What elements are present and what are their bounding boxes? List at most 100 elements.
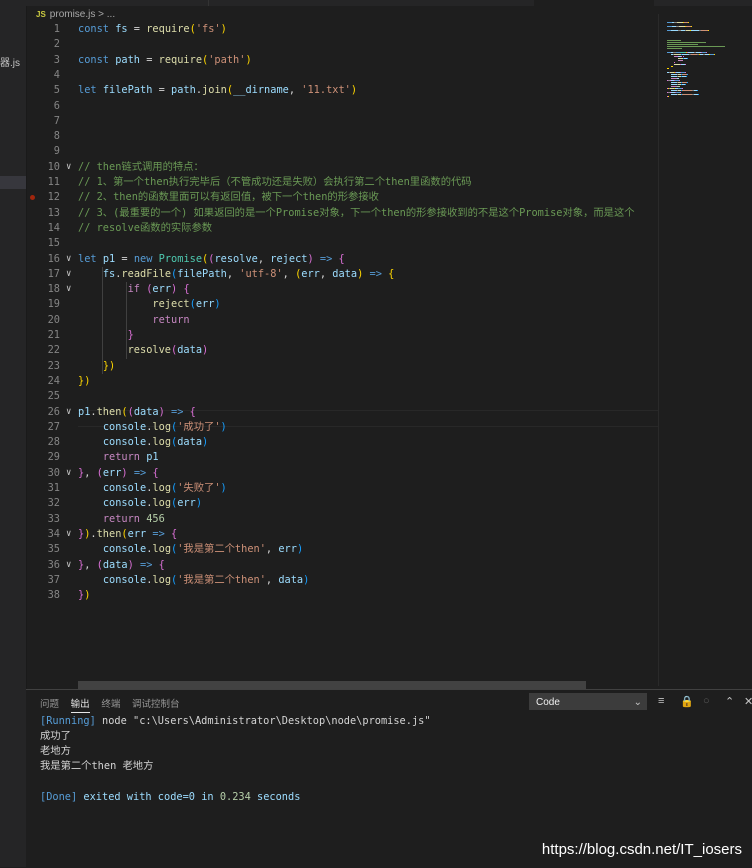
- code-line[interactable]: 25: [26, 389, 658, 404]
- code-line[interactable]: 34 ∨}).then(err => {: [26, 527, 658, 542]
- minimap-stroke: [682, 88, 683, 89]
- done-tag: [Done]: [40, 791, 78, 803]
- tab-inactive[interactable]: [108, 0, 209, 6]
- fold-chevron-icon[interactable]: ∨: [66, 282, 71, 297]
- fold-chevron-icon[interactable]: ∨: [66, 405, 71, 420]
- output-channel-select[interactable]: Code ⌄: [529, 693, 647, 710]
- code-line[interactable]: 11 // 1、第一个then执行完毕后（不管成功还是失败）会执行第二个then里…: [26, 175, 658, 190]
- code-line[interactable]: 15: [26, 236, 658, 251]
- minimap-stroke: [698, 94, 699, 95]
- code-line[interactable]: 9: [26, 144, 658, 159]
- line-number: 33: [47, 512, 60, 525]
- explorer-selection: [0, 176, 26, 189]
- code-line[interactable]: 27 console.log('成功了'): [26, 420, 658, 435]
- line-number: 4: [53, 68, 60, 81]
- close-icon[interactable]: ✕: [744, 695, 752, 708]
- clear-output-icon[interactable]: ≡: [658, 695, 664, 707]
- done-text: seconds: [250, 791, 301, 803]
- code-line[interactable]: 3 const path = require('path'): [26, 53, 658, 68]
- code-editor[interactable]: 1 const fs = require('fs') 2 3 const path = …: [26, 22, 658, 682]
- line-number: 36: [47, 558, 60, 571]
- code-text: console.log(data): [102, 436, 209, 449]
- minimap-stroke: [668, 96, 669, 97]
- tab-problems[interactable]: 问题: [40, 699, 59, 712]
- line-number: 19: [47, 298, 60, 311]
- line-number: 17: [47, 267, 60, 280]
- code-text: return p1: [102, 451, 159, 464]
- fold-chevron-icon[interactable]: ∨: [66, 466, 71, 481]
- code-text: return: [152, 313, 190, 326]
- minimap[interactable]: [658, 14, 752, 686]
- line-number: 26: [47, 405, 60, 418]
- code-line[interactable]: 7: [26, 114, 658, 129]
- breadcrumb-symbol[interactable]: ...: [107, 9, 115, 20]
- minimap-stroke: [683, 56, 684, 57]
- minimap-stroke: [706, 52, 707, 53]
- tab-active[interactable]: [534, 0, 654, 6]
- minimap-stroke: [680, 92, 681, 93]
- watermark: https://blog.csdn.net/IT_iosers: [541, 841, 742, 858]
- code-line[interactable]: 18 ∨ if (err) {: [26, 282, 658, 297]
- lock-icon[interactable]: 🔒: [680, 695, 694, 708]
- breadcrumb-file[interactable]: promise.js: [50, 9, 96, 20]
- fold-chevron-icon[interactable]: ∨: [66, 252, 71, 267]
- code-text: }).then(err => {: [78, 527, 178, 540]
- fold-chevron-icon[interactable]: ∨: [66, 527, 71, 542]
- tab-debug-console[interactable]: 调试控制台: [132, 699, 180, 712]
- code-line[interactable]: 4: [26, 68, 658, 83]
- code-line[interactable]: 14 // resolve函数的实际参数: [26, 221, 658, 236]
- code-line[interactable]: 31 console.log('失败了'): [26, 481, 658, 496]
- code-line[interactable]: 23 }): [26, 359, 658, 374]
- minimap-stroke: [714, 54, 715, 55]
- code-line[interactable]: 35 console.log('我是第二个then', err): [26, 542, 658, 557]
- line-number: 2: [53, 38, 60, 51]
- fold-chevron-icon[interactable]: ∨: [66, 267, 71, 282]
- code-text: resolve(data): [127, 344, 209, 357]
- tab-terminal[interactable]: 终端: [101, 699, 120, 712]
- output-channel-value: Code: [536, 697, 560, 708]
- explorer-file-fragment[interactable]: 器.js: [0, 54, 20, 69]
- fold-chevron-icon[interactable]: ∨: [66, 160, 71, 175]
- code-line[interactable]: 6: [26, 99, 658, 114]
- code-line[interactable]: 37 console.log('我是第二个then', data): [26, 573, 658, 588]
- code-line[interactable]: 32 console.log(err): [26, 496, 658, 511]
- stop-icon[interactable]: ○: [703, 695, 710, 707]
- code-line[interactable]: 30 ∨}, (err) => {: [26, 466, 658, 481]
- code-text: console.log('成功了'): [102, 420, 227, 433]
- code-line[interactable]: 1 const fs = require('fs'): [26, 22, 658, 37]
- code-line[interactable]: 36 ∨}, (data) => {: [26, 558, 658, 573]
- code-line[interactable]: 8: [26, 129, 658, 144]
- line-number: 28: [47, 436, 60, 449]
- code-line[interactable]: 10 ∨ // then链式调用的特点：: [26, 160, 658, 175]
- fold-chevron-icon[interactable]: ∨: [66, 558, 71, 573]
- code-line[interactable]: 12// 2、then的函数里面可以有返回值，被下一个then的形参接收: [26, 190, 658, 205]
- code-text: if (err) {: [127, 283, 190, 296]
- line-number: 30: [47, 466, 60, 479]
- code-line[interactable]: 2: [26, 37, 658, 52]
- code-line[interactable]: 17 ∨ fs.readFile(filePath, 'utf-8', (err,…: [26, 267, 658, 282]
- code-line[interactable]: 28 console.log(data): [26, 435, 658, 450]
- code-line[interactable]: 21 }: [26, 328, 658, 343]
- code-line[interactable]: 22 resolve(data): [26, 343, 658, 358]
- code-text: console.log(err): [102, 497, 203, 510]
- code-line[interactable]: 38}): [26, 588, 658, 603]
- code-line[interactable]: 29 return p1: [26, 450, 658, 465]
- code-line[interactable]: 16 ∨ let p1 = new Promise((resolve, reject…: [26, 252, 658, 267]
- code-line[interactable]: 13 // 3、(最重要的一个) 如果返回的是一个Promise对象，下一个the…: [26, 206, 658, 221]
- code-line[interactable]: 5 let filePath = path.join(__dirname, '11…: [26, 83, 658, 98]
- minimap-stroke: [677, 86, 680, 87]
- minimap-stroke: [687, 82, 688, 83]
- line-number: 21: [47, 329, 60, 341]
- chevron-up-icon[interactable]: ⌃: [725, 695, 734, 708]
- code-line[interactable]: 20 return: [26, 313, 658, 328]
- code-text: reject(err): [152, 298, 221, 311]
- code-line[interactable]: 33 return 456: [26, 512, 658, 527]
- tab-output[interactable]: 输出: [70, 699, 90, 713]
- minimap-stroke: [687, 58, 688, 59]
- done-text: in: [195, 791, 220, 803]
- code-line[interactable]: 19 reject(err): [26, 297, 658, 312]
- horizontal-scrollbar[interactable]: [78, 681, 586, 689]
- code-line[interactable]: 24}): [26, 374, 658, 389]
- line-number: 10: [47, 160, 60, 173]
- code-line[interactable]: 26 ∨ p1.then((data) => {: [26, 405, 658, 420]
